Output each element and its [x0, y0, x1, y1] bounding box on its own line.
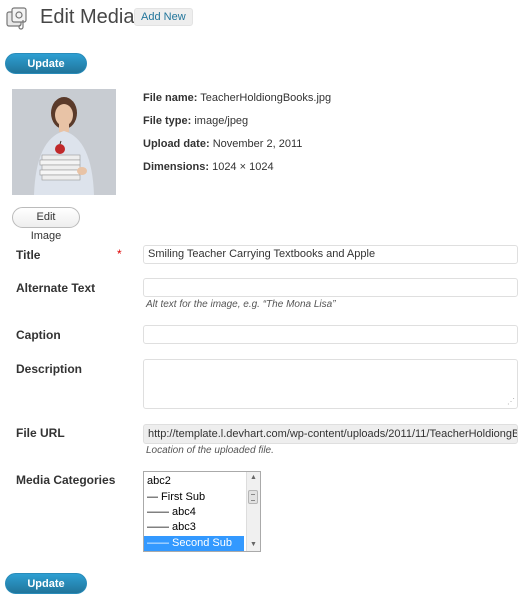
category-option[interactable]: —— abc4 — [144, 505, 244, 520]
dimensions-row: Dimensions: 1024 × 1024 — [143, 161, 274, 173]
media-categories-label: Media Categories — [16, 473, 116, 487]
description-label: Description — [16, 362, 83, 376]
required-marker: * — [117, 247, 122, 261]
file-url-input[interactable]: http://template.l.devhart.com/wp-content… — [143, 424, 518, 444]
listbox-scrollbar[interactable]: ▲ ▼ — [246, 472, 260, 551]
file-name-value: TeacherHoldiongBooks.jpg — [200, 92, 332, 104]
alt-text-input[interactable] — [143, 278, 518, 297]
page-title: Edit Media — [40, 6, 135, 28]
file-url-label: File URL — [16, 426, 65, 440]
description-textarea[interactable]: ⋰ — [143, 359, 518, 409]
scroll-up-arrow-icon[interactable]: ▲ — [247, 472, 260, 484]
update-media-button[interactable]: Update Media — [5, 53, 87, 91]
scrollbar-thumb[interactable] — [248, 490, 258, 504]
category-option[interactable]: —— abc3 — [144, 520, 244, 535]
edit-image-button[interactable]: Edit Image — [12, 207, 80, 242]
add-new-button[interactable]: Add New — [134, 8, 193, 26]
title-label: Title — [16, 248, 41, 262]
caption-label: Caption — [16, 328, 61, 342]
dimensions-value: 1024 × 1024 — [212, 161, 274, 173]
alt-text-label: Alternate Text — [16, 281, 96, 295]
category-option[interactable]: — First Sub — [144, 490, 244, 505]
media-categories-listbox[interactable]: abc2 — First Sub —— abc4 —— abc3 —— Seco… — [143, 471, 261, 552]
media-thumbnail — [12, 89, 116, 195]
title-input[interactable]: Smiling Teacher Carrying Textbooks and A… — [143, 245, 518, 264]
category-option-selected[interactable]: —— Second Sub — [144, 536, 244, 551]
file-url-help: Location of the uploaded file. — [146, 445, 274, 456]
file-type-value: image/jpeg — [194, 115, 249, 127]
file-name-row: File name: TeacherHoldiongBooks.jpg — [143, 92, 332, 104]
upload-date-row: Upload date: November 2, 2011 — [143, 138, 303, 150]
media-icon — [6, 6, 30, 30]
category-option[interactable]: abc2 — [144, 474, 244, 489]
scroll-down-arrow-icon[interactable]: ▼ — [247, 539, 260, 551]
update-media-button-bottom[interactable]: Update Media — [5, 573, 87, 611]
alt-text-help: Alt text for the image, e.g. “The Mona L… — [146, 299, 336, 310]
upload-date-value: November 2, 2011 — [212, 138, 303, 150]
file-type-row: File type: image/jpeg — [143, 115, 249, 127]
caption-input[interactable] — [143, 325, 518, 344]
resize-grip-icon[interactable]: ⋰ — [507, 398, 515, 406]
